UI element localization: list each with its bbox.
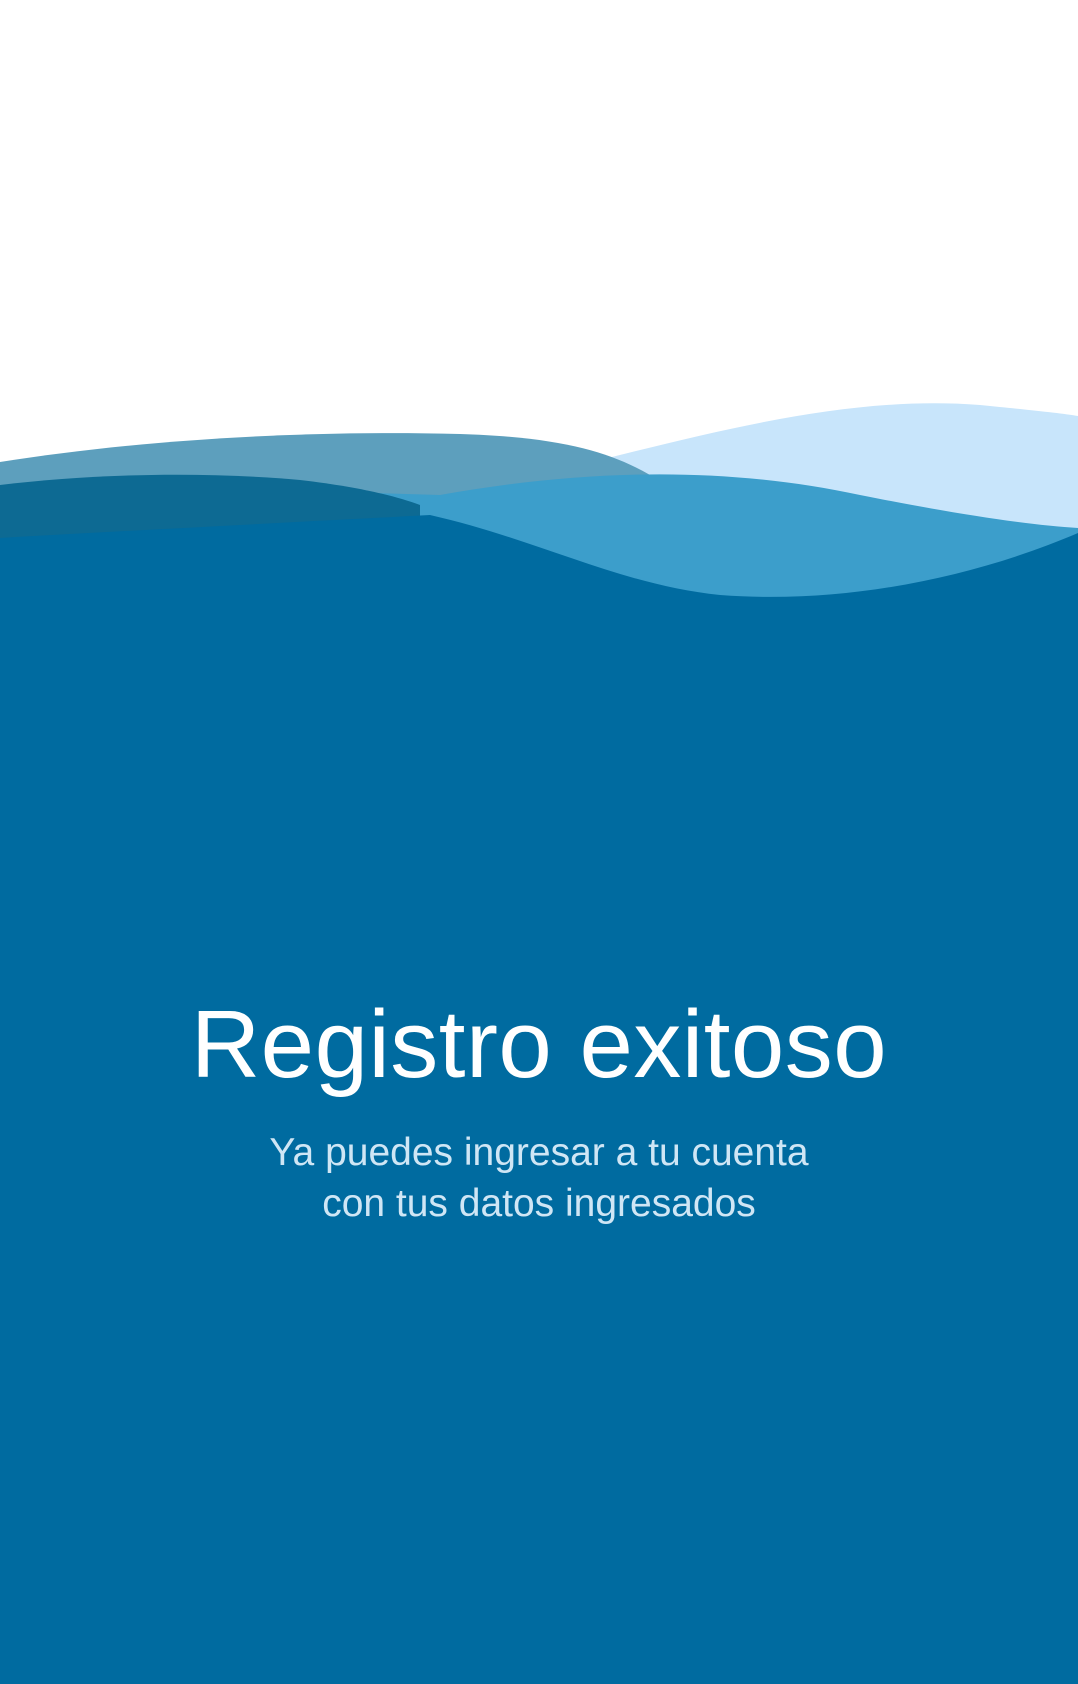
registration-success-screen: Registro exitoso Ya puedes ingresar a tu… bbox=[0, 0, 1078, 1684]
success-subtitle-line-1: Ya puedes ingresar a tu cuenta bbox=[269, 1131, 809, 1175]
success-title: Registro exitoso bbox=[190, 991, 888, 1098]
wave-header-decoration bbox=[0, 403, 1078, 1684]
success-subtitle: Ya puedes ingresar a tu cuenta con tus d… bbox=[189, 1128, 889, 1229]
success-message-block: Registro exitoso Ya puedes ingresar a tu… bbox=[0, 990, 1078, 1230]
success-subtitle-line-2: con tus datos ingresados bbox=[322, 1182, 756, 1226]
